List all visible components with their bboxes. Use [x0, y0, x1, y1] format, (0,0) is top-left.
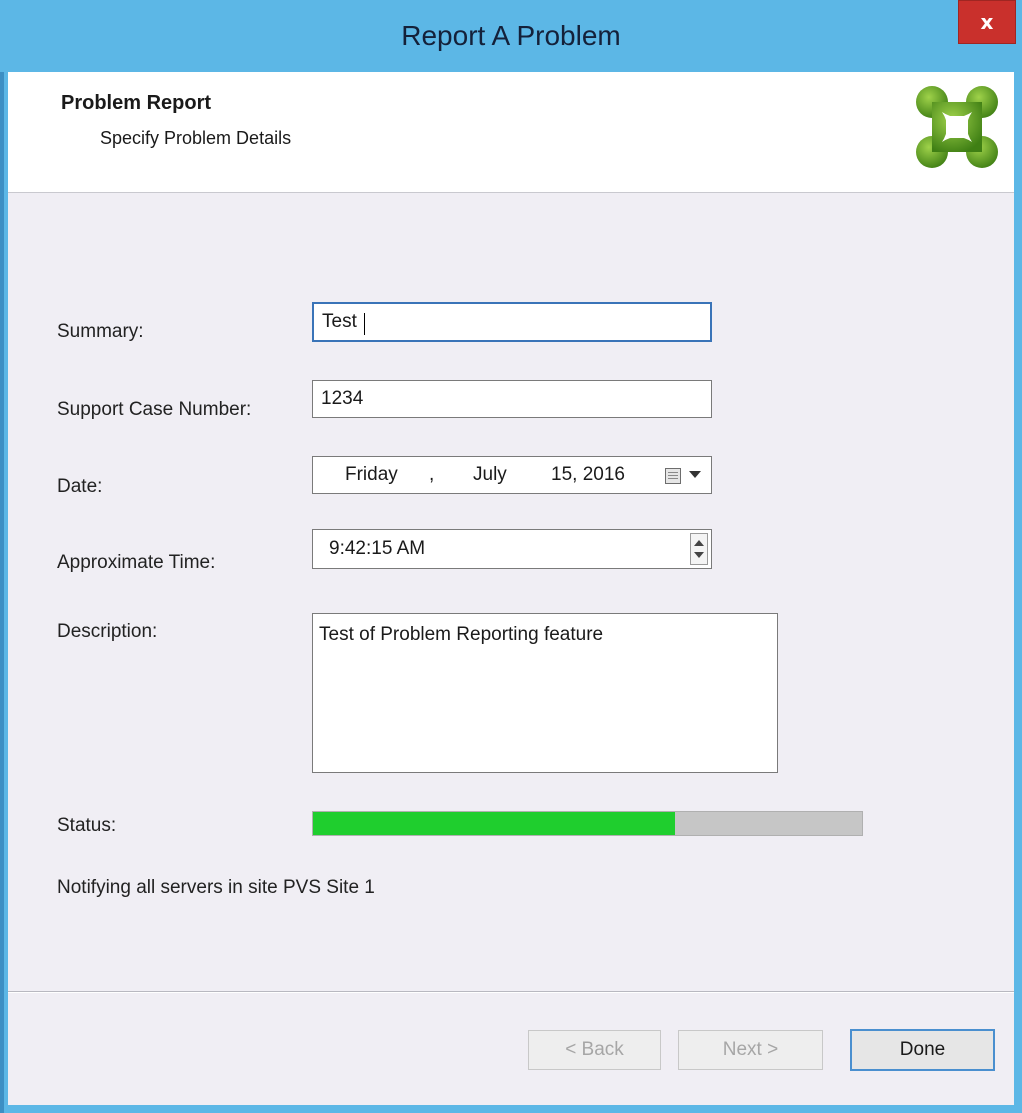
- done-button-label: Done: [899, 1039, 946, 1060]
- time-picker[interactable]: 9:42:15 AM: [312, 529, 712, 569]
- status-message: Notifying all servers in site PVS Site 1: [57, 877, 375, 898]
- description-label: Description:: [57, 621, 158, 642]
- summary-label: Summary:: [57, 321, 144, 342]
- support-case-value: 1234: [321, 388, 364, 409]
- back-button[interactable]: < Back: [528, 1030, 661, 1070]
- back-button-label: < Back: [565, 1039, 624, 1060]
- support-case-label: Support Case Number:: [57, 399, 252, 420]
- chevron-down-icon[interactable]: [689, 471, 701, 478]
- calendar-icon[interactable]: [665, 468, 681, 484]
- date-label: Date:: [57, 476, 103, 497]
- header-title: Problem Report: [61, 92, 212, 114]
- time-value: 9:42:15 AM: [329, 538, 426, 559]
- summary-value: Test: [322, 311, 357, 332]
- footer-divider: [8, 991, 1014, 993]
- description-value: Test of Problem Reporting feature: [319, 624, 604, 645]
- time-spinner[interactable]: [690, 533, 708, 565]
- next-button-label: Next >: [722, 1039, 779, 1060]
- close-icon: x: [980, 10, 994, 34]
- summary-input[interactable]: Test: [312, 302, 712, 342]
- spin-down-icon[interactable]: [694, 552, 704, 558]
- done-button[interactable]: Done: [850, 1029, 995, 1071]
- header-subtitle: Specify Problem Details: [100, 128, 292, 148]
- text-caret: [364, 313, 365, 335]
- window-left-edge: [0, 0, 4, 1113]
- spin-up-icon[interactable]: [694, 540, 704, 546]
- window-title: Report A Problem: [401, 20, 621, 51]
- date-picker[interactable]: Friday , July 15, 2016: [312, 456, 712, 494]
- status-progress-bar: [312, 811, 863, 836]
- support-case-input[interactable]: 1234: [312, 380, 712, 418]
- progress-fill: [313, 812, 676, 835]
- date-weekday: Friday: [345, 464, 398, 485]
- description-textarea[interactable]: Test of Problem Reporting feature: [312, 613, 778, 773]
- time-label: Approximate Time:: [57, 552, 216, 573]
- wizard-header: Problem Report Specify Problem Details: [8, 72, 1014, 193]
- status-label: Status:: [57, 815, 117, 836]
- next-button[interactable]: Next >: [678, 1030, 823, 1070]
- date-month: July: [473, 464, 507, 485]
- close-button[interactable]: x: [958, 0, 1016, 44]
- title-bar[interactable]: Report A Problem x: [0, 0, 1022, 72]
- citrix-logo-icon: [916, 86, 998, 168]
- date-day-year: 15, 2016: [551, 464, 625, 485]
- date-separator: ,: [429, 464, 435, 485]
